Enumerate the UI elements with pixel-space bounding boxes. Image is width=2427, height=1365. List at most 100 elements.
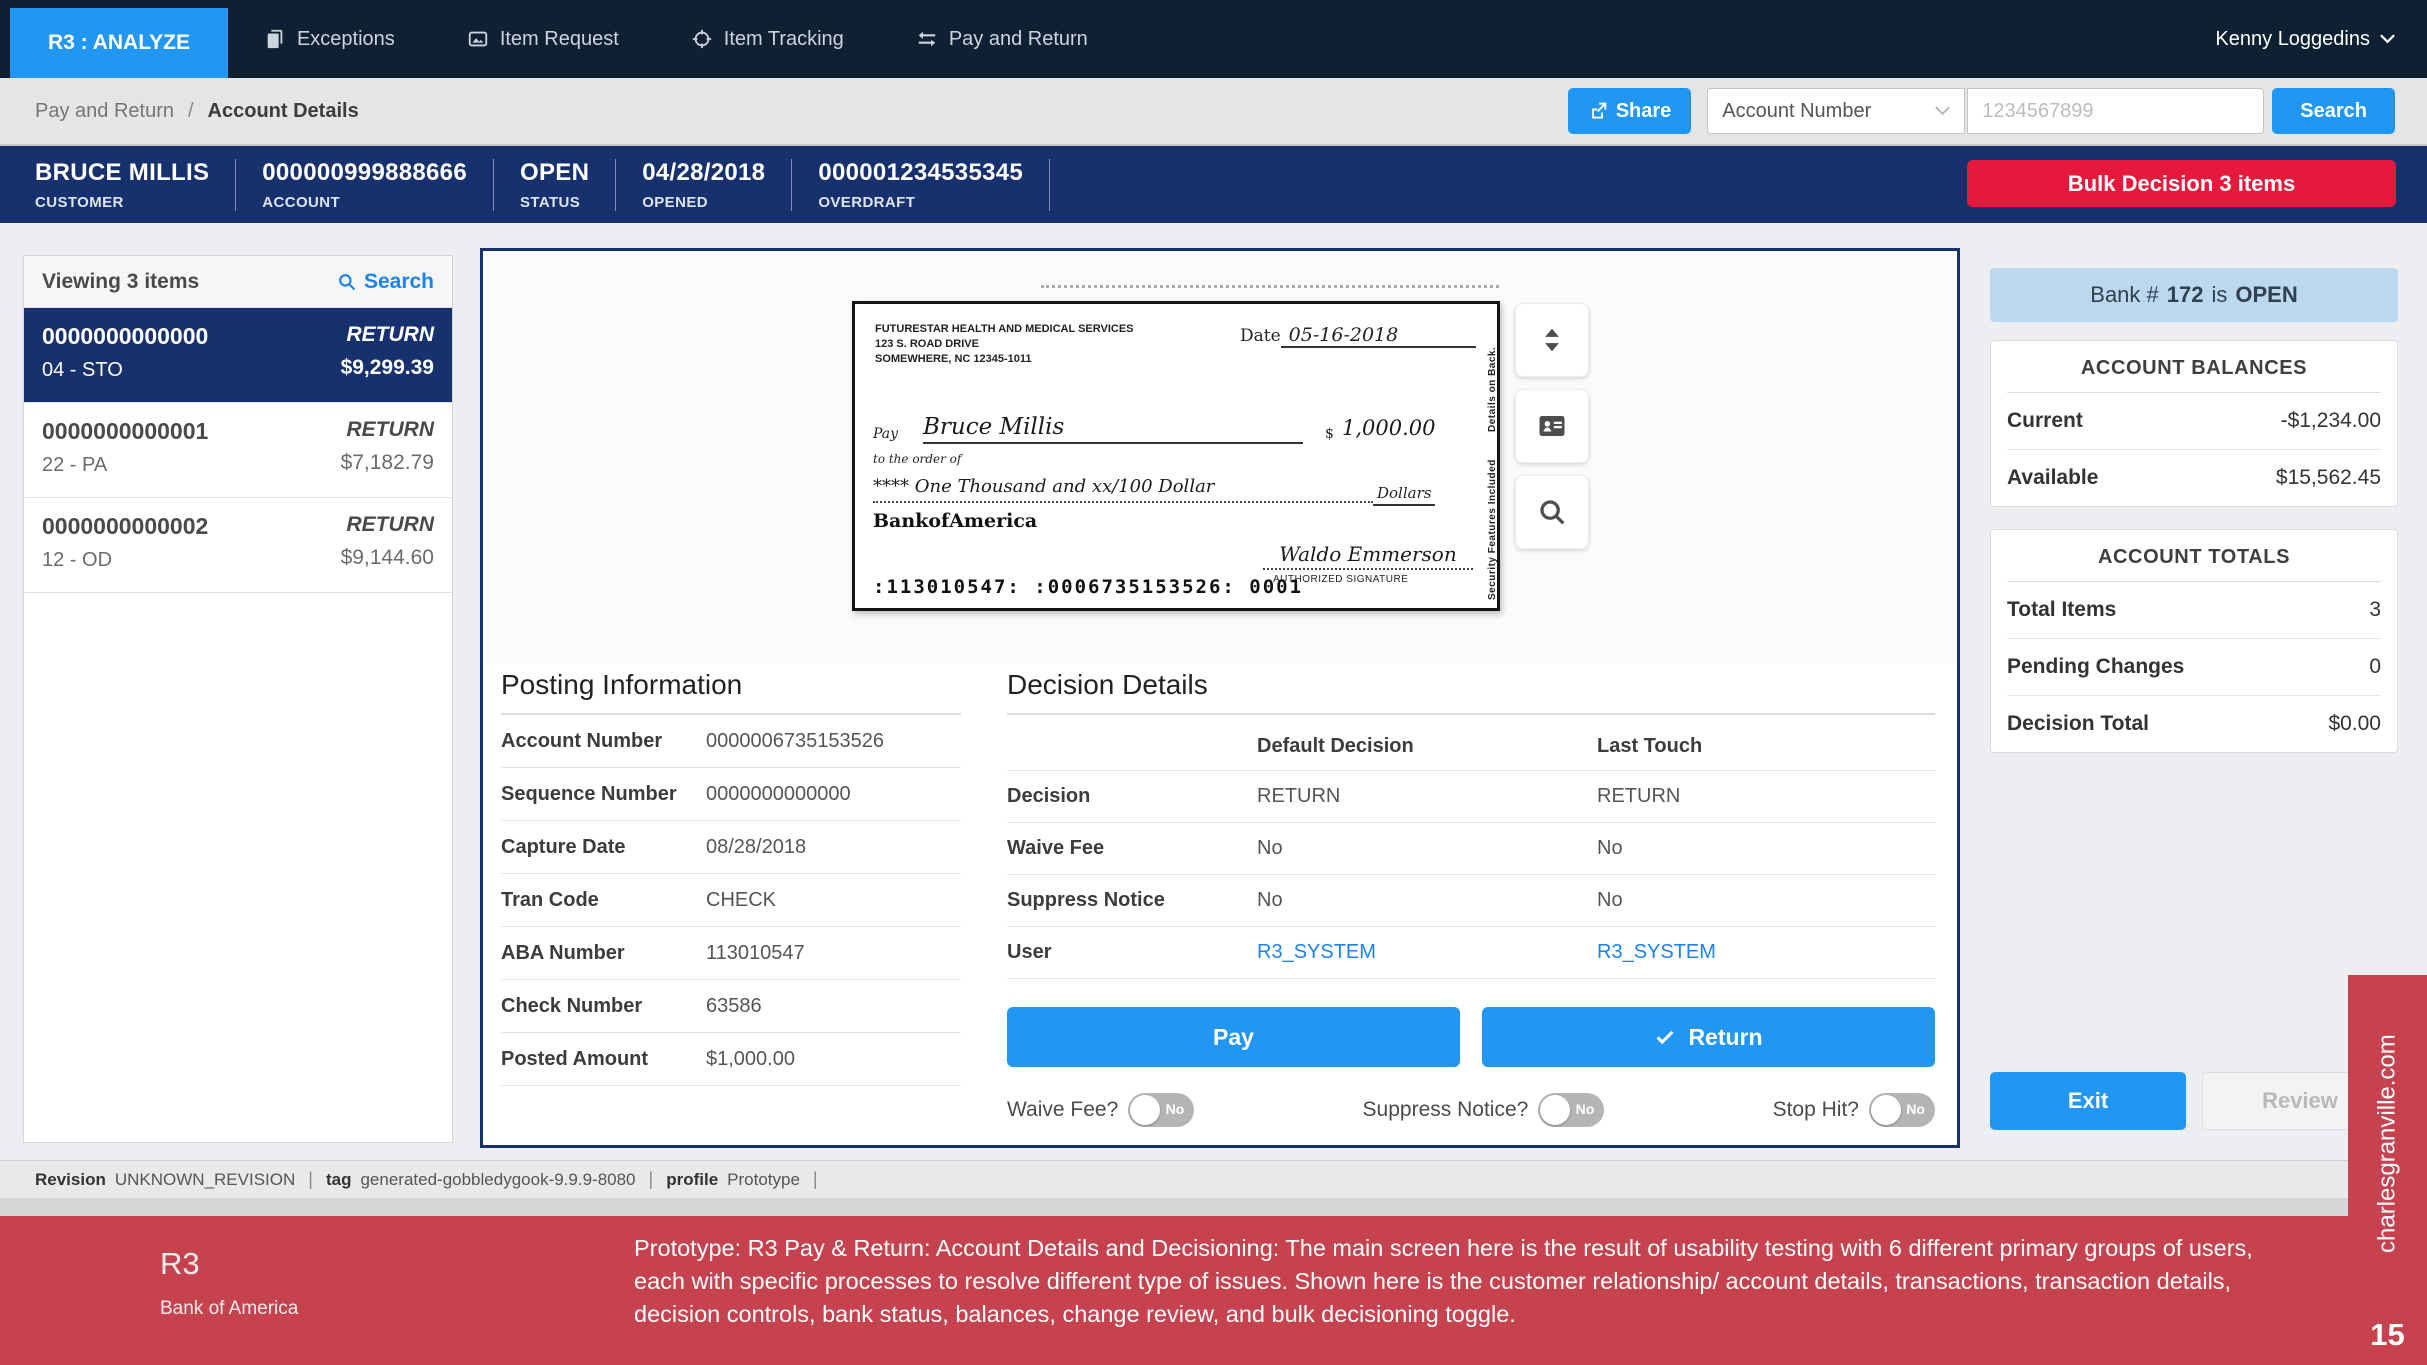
zoom-check-button[interactable] [1515,475,1589,549]
share-label: Share [1616,100,1672,123]
dollar-sign: $ [1325,426,1334,442]
search-link-label: Search [364,270,434,294]
detail-sections: Posting Information Account Number000000… [483,663,1957,1127]
item-decision: RETURN [341,418,434,442]
toggle-state: No [1906,1101,1925,1117]
posting-label: Sequence Number [501,781,696,807]
suppress-notice-toggle-group: Suppress Notice? No [1363,1093,1605,1127]
decision-last-value: No [1597,837,1935,860]
tab-item-request[interactable]: Item Request [431,0,655,78]
toggle-state: No [1166,1101,1185,1117]
suppress-notice-toggle[interactable]: No [1538,1093,1604,1127]
posting-information-section: Posting Information Account Number000000… [501,669,961,1127]
decision-row-label: Waive Fee [1007,837,1257,860]
decision-default-value: No [1257,837,1597,860]
search-type-value: Account Number [1722,100,1871,123]
date-value: 05-16-2018 [1281,324,1476,348]
totals-value: 0 [2369,655,2381,679]
toggle-label: Waive Fee? [1007,1098,1118,1122]
posting-label: Tran Code [501,887,696,913]
field-label: CUSTOMER [35,194,209,211]
user-name: Kenny Loggedins [2215,28,2370,51]
breadcrumb-parent[interactable]: Pay and Return [35,100,174,123]
waive-fee-toggle[interactable]: No [1128,1093,1194,1127]
swap-arrows-icon [916,28,938,50]
posting-label: Capture Date [501,834,696,860]
check-back-edge [1041,285,1499,288]
balance-label: Current [2007,409,2083,433]
list-item-selected[interactable]: 0000000000000 04 - STO RETURN $9,299.39 [24,308,452,403]
tab-r3-analyze[interactable]: R3 : ANALYZE [10,8,228,78]
bulk-decision-button[interactable]: Bulk Decision 3 items [1967,160,2396,207]
check-amount-words: **** One Thousand and xx/100 Dollar [873,476,1373,503]
breadcrumb-current: Account Details [208,100,359,123]
payor-address2: SOMEWHERE, NC 12345-1011 [875,352,1134,367]
bank-connector: is [2211,282,2227,308]
posting-row: Check Number63586 [501,980,961,1033]
status-field: OPEN STATUS [520,159,616,211]
user-menu[interactable]: Kenny Loggedins [2183,0,2427,78]
item-amount: $9,144.60 [341,546,434,570]
item-decision: RETURN [341,323,434,347]
side-watermark-strip: charlesgranville.com 15 [2348,975,2427,1365]
account-number-input[interactable] [1967,88,2264,134]
decision-title: Decision Details [1007,669,1935,715]
totals-row: Decision Total$0.00 [2007,696,2381,752]
pages-icon [264,28,286,50]
revision-value: UNKNOWN_REVISION [115,1170,295,1190]
list-item[interactable]: 0000000000001 22 - PA RETURN $7,182.79 [24,403,452,498]
footer-description: Prototype: R3 Pay & Return: Account Deta… [634,1232,2274,1331]
breadcrumb-bar: Pay and Return / Account Details Share A… [0,78,2427,146]
posting-value: 08/28/2018 [696,836,961,859]
list-item[interactable]: 0000000000002 12 - OD RETURN $9,144.60 [24,498,452,593]
payor-name: FUTURESTAR HEALTH AND MEDICAL SERVICES [875,322,1134,337]
pay-button[interactable]: Pay [1007,1007,1460,1067]
totals-row: Pending Changes0 [2007,639,2381,696]
customer-card-button[interactable] [1515,389,1589,463]
default-decision-column: Default Decision [1257,735,1597,758]
tab-item-tracking[interactable]: Item Tracking [655,0,880,78]
default-user-link[interactable]: R3_SYSTEM [1257,941,1597,964]
totals-label: Total Items [2007,598,2116,622]
return-button[interactable]: Return [1482,1007,1935,1067]
opened-date: 04/28/2018 [642,159,765,187]
target-icon [691,28,713,50]
separator: | [813,1169,818,1190]
decision-row-label: Decision [1007,785,1257,808]
footer-title: R3 [160,1246,200,1282]
items-search-link[interactable]: Search [337,270,434,294]
search-button[interactable]: Search [2272,88,2395,134]
decision-row-label: Suppress Notice [1007,889,1257,912]
chevron-down-icon [1935,106,1950,116]
last-touch-user-link[interactable]: R3_SYSTEM [1597,941,1935,964]
posting-value: $1,000.00 [696,1048,961,1071]
watermark-text: charlesgranville.com [2348,989,2427,1299]
tab-pay-and-return[interactable]: Pay and Return [880,0,1124,78]
posting-row: Account Number0000006735153526 [501,715,961,768]
bank-number: 172 [2167,282,2204,308]
posting-row: Sequence Number0000000000000 [501,768,961,821]
check-image[interactable]: FUTURESTAR HEALTH AND MEDICAL SERVICES 1… [852,301,1500,611]
decision-toggles: Waive Fee? No Suppress Notice? No Stop H… [1007,1093,1935,1127]
check-signature: Waldo Emmerson [1263,542,1473,570]
stop-hit-toggle[interactable]: No [1869,1093,1935,1127]
account-number: 000000999888666 [262,159,467,187]
exit-button[interactable]: Exit [1990,1072,2186,1130]
waive-fee-toggle-group: Waive Fee? No [1007,1093,1194,1127]
posting-row: Tran CodeCHECK [501,874,961,927]
posting-value: CHECK [696,889,961,912]
pay-button-label: Pay [1213,1024,1254,1051]
share-button[interactable]: Share [1568,88,1692,134]
check-micr-line: :113010547: :0006735153526: 0001 [873,576,1303,598]
posting-value: 113010547 [696,942,961,965]
toggle-label: Suppress Notice? [1363,1098,1529,1122]
separator: | [649,1169,654,1190]
tab-exceptions[interactable]: Exceptions [228,0,431,78]
search-type-select[interactable]: Account Number [1707,88,1965,134]
flip-check-button[interactable] [1515,303,1589,377]
separator: | [308,1169,313,1190]
date-label: Date [1240,326,1281,346]
posting-label: Account Number [501,728,696,754]
page-number: 15 [2348,1317,2427,1353]
posting-value: 0000006735153526 [696,730,961,753]
